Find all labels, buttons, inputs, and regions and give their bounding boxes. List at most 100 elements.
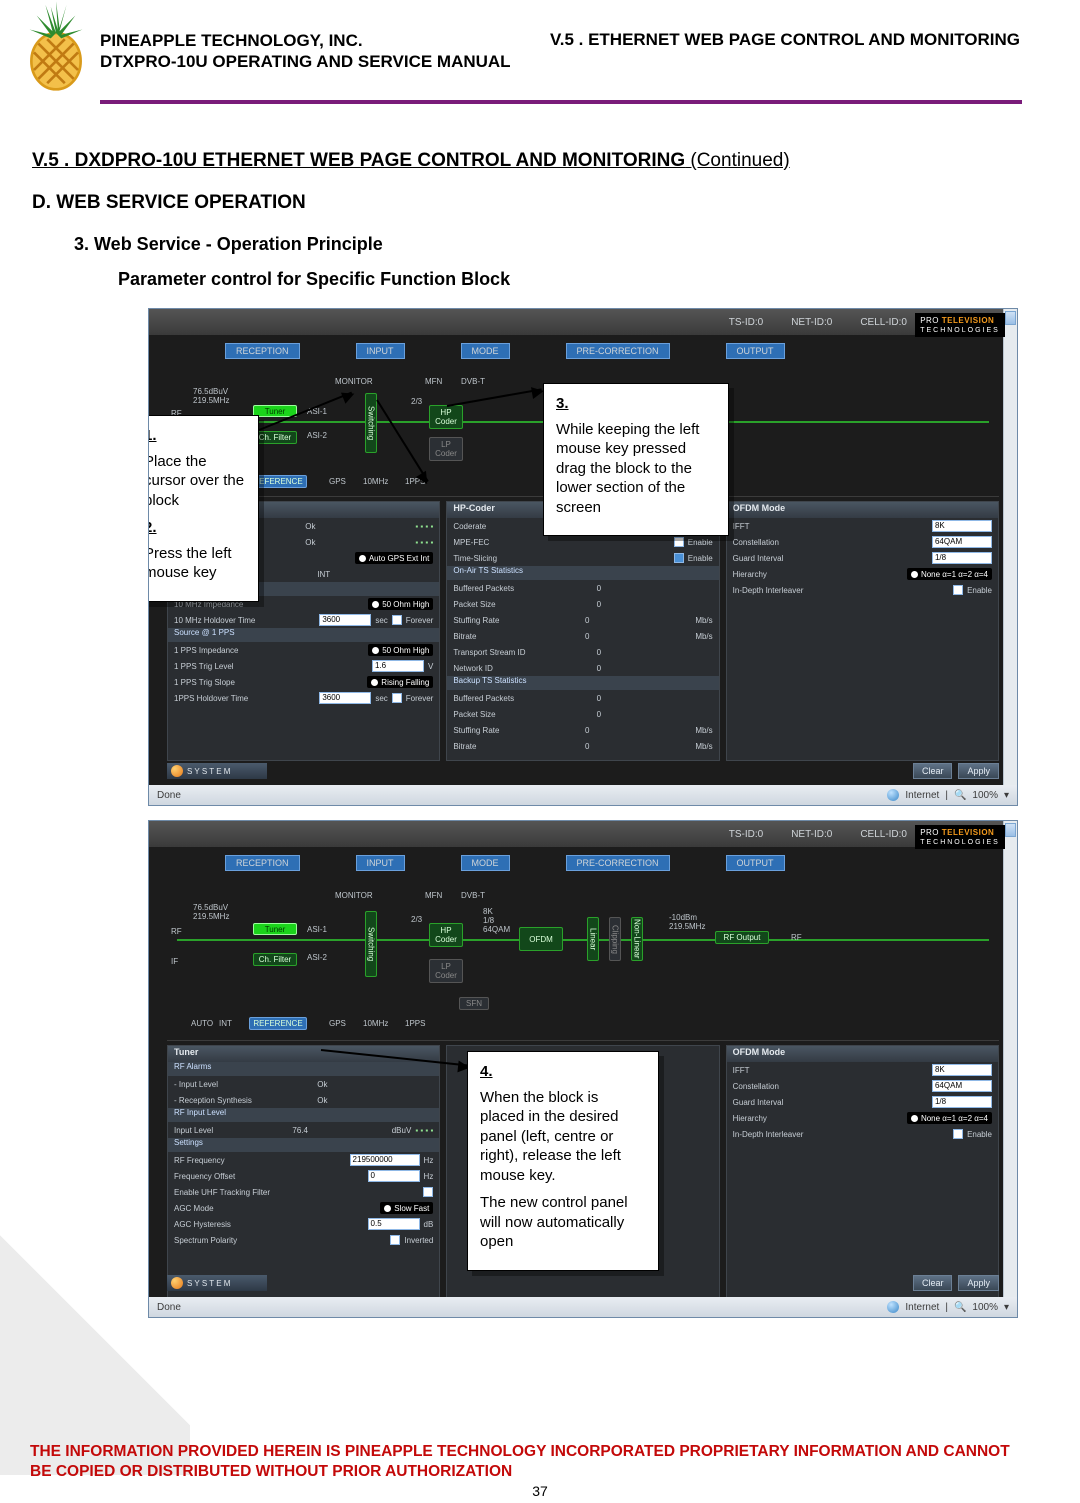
10mhz-hold-input[interactable]: 3600 — [319, 614, 371, 626]
freqoff-input[interactable]: 0 — [368, 1170, 420, 1182]
tab-precorrection[interactable]: PRE-CORRECTION — [566, 855, 670, 871]
block-clipping[interactable]: Clipping — [609, 917, 621, 961]
brand-logo: PRO TELEVISIONTECHNOLOGIES — [915, 313, 1005, 337]
zoom-icon[interactable]: 🔍 — [954, 790, 966, 801]
agcmode-radio[interactable]: Slow Fast — [380, 1202, 433, 1214]
block-lp[interactable]: LP Coder — [429, 437, 463, 461]
guard-select[interactable]: 1/8 — [932, 1096, 992, 1108]
apply-button[interactable]: Apply — [958, 1275, 999, 1291]
block-lp[interactable]: LP Coder — [429, 959, 463, 983]
status-net: Internet — [905, 790, 939, 801]
tab-mode[interactable]: MODE — [461, 343, 510, 359]
1pps-slope-radio[interactable]: Rising Falling — [367, 676, 433, 688]
globe-icon — [887, 1301, 899, 1313]
header-section: V.5 . ETHERNET WEB PAGE CONTROL AND MONI… — [550, 30, 1020, 50]
status-bar: Done Internet|🔍100%▾ — [149, 1297, 1017, 1317]
panels-row: Reference Reference AlarmsOk▪ ▪ ▪ ▪ GPS … — [149, 497, 1017, 761]
scrollbar[interactable] — [1003, 309, 1017, 785]
block-nonlinear[interactable]: Non-Linear — [631, 917, 643, 961]
panel-ofdm: OFDM Mode IFFT8K Constellation64QAM Guar… — [726, 501, 999, 761]
lbl-gps: GPS — [329, 477, 346, 486]
panel-buttons: Clear Apply — [913, 1275, 999, 1291]
continued-text: (Continued) — [685, 150, 790, 171]
hierarchy-radio[interactable]: None α=1 α=2 α=4 — [907, 1112, 992, 1124]
screenshot-2: TS-ID:0 NET-ID:0 CELL-ID:0 PRO TELEVISIO… — [148, 820, 1018, 1318]
tab-output[interactable]: OUTPUT — [726, 855, 785, 871]
block-sfn[interactable]: SFN — [459, 997, 489, 1010]
block-chfilter[interactable]: Ch. Filter — [253, 431, 297, 444]
callout-1-2: 1. Place the cursor over the block 2. Pr… — [148, 415, 259, 602]
panel-ofdm-2: OFDM Mode IFFT8K Constellation64QAM Guar… — [726, 1045, 999, 1305]
clear-button[interactable]: Clear — [913, 763, 953, 779]
block-diagram-2: RF IF 76.5dBuV 219.5MHz Tuner Ch. Filter… — [167, 877, 999, 1041]
ifft-select[interactable]: 8K — [932, 520, 992, 532]
agchyst-input[interactable]: 0.5 — [368, 1218, 420, 1230]
system-logo[interactable]: S Y S T E M — [167, 1275, 267, 1291]
cell-id: CELL-ID:0 — [860, 317, 907, 328]
block-hp[interactable]: HP Coder — [429, 923, 463, 947]
constellation-select[interactable]: 64QAM — [932, 536, 992, 548]
block-tuner[interactable]: Tuner — [253, 923, 297, 935]
interleaver-chk[interactable] — [953, 1129, 963, 1139]
lbl-ratio: 2/3 — [411, 397, 422, 406]
panel-tuner: Tuner RF Alarms - Input LevelOk - Recept… — [167, 1045, 440, 1305]
zoom-icon[interactable]: 🔍 — [954, 1302, 966, 1313]
callout-3: 3. While keeping the left mouse key pres… — [543, 383, 729, 536]
lbl-monitor: MONITOR — [335, 377, 373, 386]
tab-reception[interactable]: RECEPTION — [225, 855, 300, 871]
block-linear[interactable]: Linear — [587, 917, 599, 961]
net-id: NET-ID:0 — [791, 317, 832, 328]
interleaver-chk[interactable] — [953, 585, 963, 595]
block-rfout[interactable]: RF Output — [715, 931, 769, 944]
hierarchy-radio[interactable]: None α=1 α=2 α=4 — [907, 568, 992, 580]
10mhz-forever-chk[interactable] — [392, 615, 402, 625]
1pps-imp-radio[interactable]: 50 Ohm High — [368, 644, 433, 656]
ts-id: TS-ID:0 — [729, 317, 763, 328]
tab-reception[interactable]: RECEPTION — [225, 343, 300, 359]
block-chfilter[interactable]: Ch. Filter — [253, 953, 297, 966]
block-switching[interactable]: Switching — [365, 393, 377, 453]
1pps-trig-input[interactable]: 1.6 — [372, 660, 424, 672]
section-title: V.5 . DXDPRO-10U ETHERNET WEB PAGE CONTR… — [32, 150, 1010, 172]
brand-logo: PRO TELEVISIONTECHNOLOGIES — [915, 825, 1005, 849]
block-reference[interactable]: REFERENCE — [249, 1017, 307, 1030]
param-title: Parameter control for Specific Function … — [32, 269, 1010, 290]
screenshot-1: TS-ID:0 NET-ID:0 CELL-ID:0 PRO TELEVISIO… — [148, 308, 1018, 806]
ifft-select[interactable]: 8K — [932, 1064, 992, 1076]
constellation-select[interactable]: 64QAM — [932, 1080, 992, 1092]
lbl-dvbt: DVB-T — [461, 377, 485, 386]
tab-precorrection[interactable]: PRE-CORRECTION — [566, 343, 670, 359]
1pps-forever-chk[interactable] — [392, 693, 402, 703]
lbl-mfn: MFN — [425, 377, 442, 386]
clear-button[interactable]: Clear — [913, 1275, 953, 1291]
page-number: 37 — [0, 1483, 1080, 1499]
header-left: PINEAPPLE TECHNOLOGY, INC. DTXPRO-10U OP… — [100, 30, 511, 73]
mpefec-chk[interactable] — [674, 537, 684, 547]
scrollbar[interactable] — [1003, 821, 1017, 1297]
tab-mode[interactable]: MODE — [461, 855, 510, 871]
page-body: V.5 . DXDPRO-10U ETHERNET WEB PAGE CONTR… — [0, 104, 1080, 1318]
ref-source-radio[interactable]: Auto GPS Ext Int — [355, 552, 433, 564]
block-ofdm[interactable]: OFDM — [519, 927, 563, 951]
footer-notice: THE INFORMATION PROVIDED HEREIN IS PINEA… — [30, 1442, 1020, 1481]
10mhz-imp-radio[interactable]: 50 Ohm High — [368, 598, 433, 610]
lbl-rflvl: 76.5dBuV 219.5MHz — [193, 387, 229, 405]
apply-button[interactable]: Apply — [958, 763, 999, 779]
guard-select[interactable]: 1/8 — [932, 552, 992, 564]
panel-h-ofdm: OFDM Mode — [727, 502, 998, 518]
uhf-chk[interactable] — [423, 1187, 433, 1197]
block-hp[interactable]: HP Coder — [429, 405, 463, 429]
block-switching[interactable]: Switching — [365, 911, 377, 977]
1pps-hold-input[interactable]: 3600 — [319, 692, 371, 704]
tab-output[interactable]: OUTPUT — [726, 343, 785, 359]
timeslicing-chk[interactable] — [674, 553, 684, 563]
page-header: PINEAPPLE TECHNOLOGY, INC. DTXPRO-10U OP… — [0, 0, 1080, 98]
tab-input[interactable]: INPUT — [356, 343, 405, 359]
rffreq-input[interactable]: 219500000 — [350, 1154, 420, 1166]
scrollbar-thumb[interactable] — [1005, 311, 1016, 325]
tab-input[interactable]: INPUT — [356, 855, 405, 871]
polarity-chk[interactable] — [390, 1235, 400, 1245]
globe-icon — [887, 789, 899, 801]
system-logo[interactable]: S Y S T E M — [167, 763, 267, 779]
scrollbar-thumb[interactable] — [1005, 823, 1016, 837]
